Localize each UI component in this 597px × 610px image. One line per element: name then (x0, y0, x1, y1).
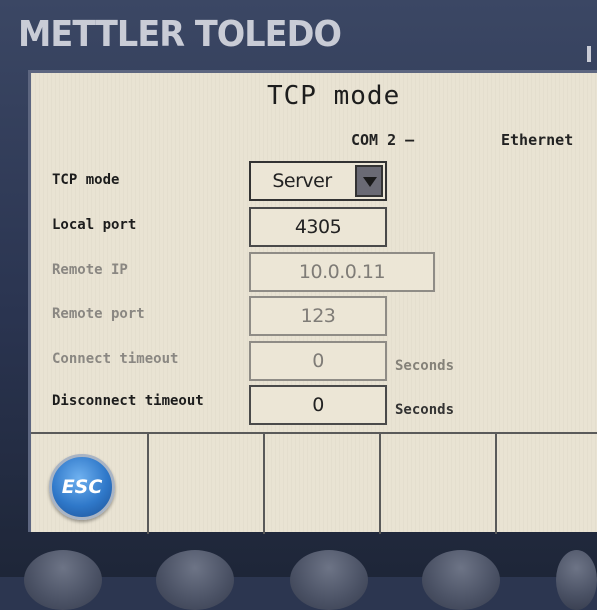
hardware-key-2[interactable] (156, 550, 234, 610)
disconnect-timeout-label: Disconnect timeout (52, 393, 204, 409)
remote-port-field[interactable]: 123 (249, 296, 387, 336)
tcp-mode-label: TCP mode (52, 172, 120, 188)
display-screen: TCP mode COM 2 – Ethernet TCP mode Serve… (28, 70, 597, 534)
softkey-1[interactable]: ESC (31, 434, 149, 534)
local-port-label: Local port (52, 217, 137, 233)
interface-label: Ethernet (501, 131, 574, 149)
softkey-4[interactable] (381, 434, 497, 534)
connect-timeout-field[interactable]: 0 (249, 341, 387, 381)
esc-button[interactable]: ESC (49, 454, 115, 520)
brand-logo: METTLER TOLEDO (18, 14, 342, 55)
hardware-key-3[interactable] (290, 550, 368, 610)
tcp-mode-dropdown[interactable]: Server (249, 161, 387, 201)
bezel-mark (587, 46, 591, 62)
connect-timeout-unit: Seconds (395, 358, 455, 374)
hardware-key-1[interactable] (24, 550, 102, 610)
softkey-3[interactable] (265, 434, 381, 534)
com-port-label: COM 2 – (351, 131, 415, 149)
dropdown-arrow-icon[interactable] (355, 165, 383, 197)
local-port-field[interactable]: 4305 (249, 207, 387, 247)
page-title: TCP mode (267, 81, 401, 111)
device-bezel: METTLER TOLEDO TCP mode COM 2 – Ethernet… (0, 0, 597, 610)
softkey-2[interactable] (149, 434, 265, 534)
hardware-key-4[interactable] (422, 550, 500, 610)
hardware-key-5[interactable] (556, 550, 597, 610)
disconnect-timeout-field[interactable]: 0 (249, 385, 387, 425)
remote-port-label: Remote port (52, 306, 145, 322)
softkey-5[interactable] (497, 434, 597, 534)
disconnect-timeout-unit: Seconds (395, 402, 455, 418)
tcp-mode-value: Server (272, 170, 332, 192)
remote-ip-label: Remote IP (52, 262, 128, 278)
softkey-bar: ESC (31, 432, 597, 534)
remote-ip-field[interactable]: 10.0.0.11 (249, 252, 435, 292)
connect-timeout-label: Connect timeout (52, 351, 179, 367)
